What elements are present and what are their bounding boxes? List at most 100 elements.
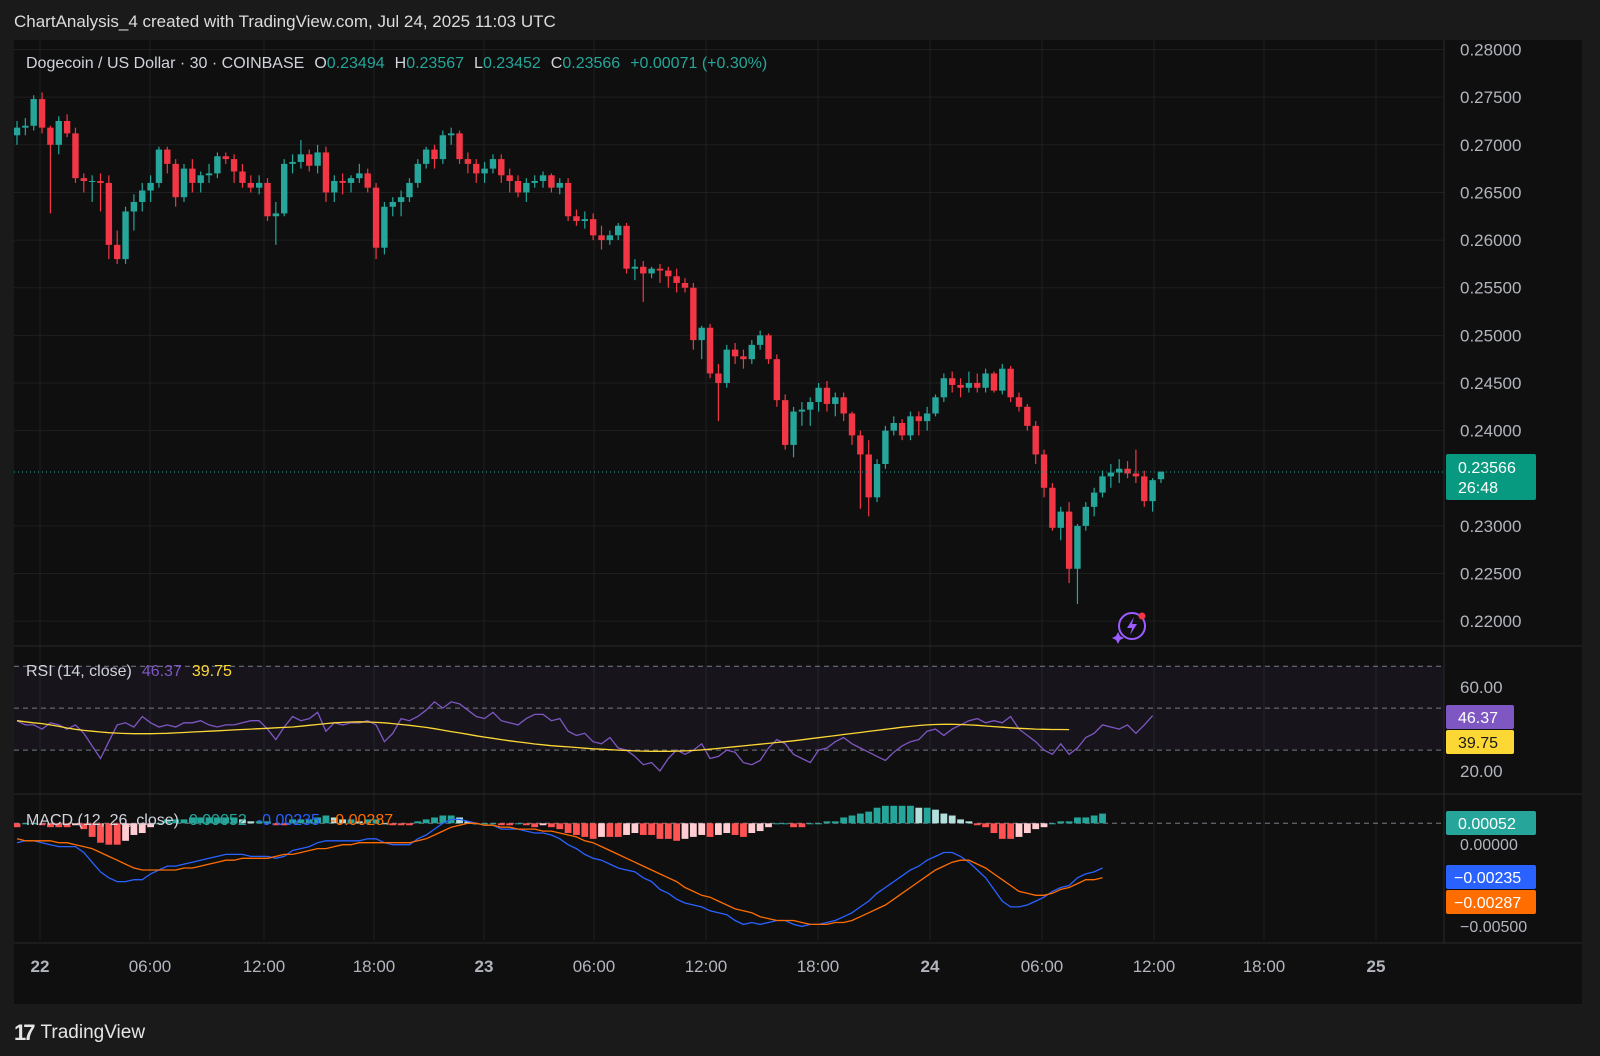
- candle-body: [623, 225, 630, 269]
- macd-hist-bar: [957, 819, 964, 824]
- macd-hist-bar: [631, 823, 639, 834]
- candle-body: [665, 270, 672, 277]
- rsi-badge-value: 46.37: [1458, 710, 1498, 727]
- macd-hist-bar: [890, 805, 898, 824]
- candle-body: [389, 201, 396, 207]
- macd-hist-bar: [598, 823, 605, 837]
- candle-body: [823, 387, 831, 404]
- candle-body: [531, 181, 538, 183]
- macd-hist-bar: [773, 823, 781, 825]
- macd-hist-bar: [798, 823, 806, 828]
- macd-hist-bar: [1090, 815, 1098, 824]
- x-tick-label: 25: [1367, 957, 1386, 976]
- macd-hist-bar: [180, 819, 188, 824]
- macd-hist-bar: [13, 823, 21, 828]
- rsi-ma-badge: 39.75: [1446, 730, 1514, 754]
- price-tick-label: 0.27500: [1460, 88, 1521, 107]
- x-tick-label: 22: [31, 957, 50, 976]
- chart-title: ChartAnalysis_4 created with TradingView…: [14, 12, 556, 31]
- candle-body: [281, 163, 288, 214]
- candle-body: [456, 133, 463, 160]
- candle-body: [222, 156, 229, 160]
- candle-body: [322, 152, 330, 193]
- candle-body: [999, 368, 1006, 391]
- candle-body: [272, 213, 280, 217]
- candle-body: [339, 181, 346, 183]
- candle-body: [1157, 471, 1165, 480]
- candle-body: [397, 197, 405, 202]
- candle-body: [1099, 476, 1106, 493]
- signal-badge-value: −0.00287: [1454, 895, 1521, 912]
- candle-body: [122, 211, 129, 260]
- chart-svg[interactable]: 22 06:00 12:00 18:00 23 06:00 12:00 18:00 24 06:0…: [13, 40, 1582, 1004]
- macd-hist-bar: [1007, 823, 1015, 839]
- x-tick-label: 06:00: [1021, 957, 1064, 976]
- tradingview-logo-icon[interactable]: 17: [14, 1020, 36, 1046]
- candle-body: [347, 178, 355, 183]
- x-tick-label: 18:00: [797, 957, 840, 976]
- chart-area[interactable]: 22 06:00 12:00 18:00 23 06:00 12:00 18:00 24 06:0…: [13, 40, 1582, 1004]
- candle-body: [581, 219, 588, 222]
- macd-hist-bar: [1032, 823, 1040, 830]
- candle-body: [88, 181, 96, 183]
- candle-body: [1040, 454, 1048, 488]
- candle-body: [573, 216, 580, 222]
- macd-legend-value: -0.00235: [257, 812, 320, 829]
- candle-body: [63, 120, 71, 134]
- candle-body: [331, 181, 338, 193]
- macd-hist-bar: [1057, 821, 1065, 824]
- macd-hist-bar: [397, 823, 405, 826]
- macd-hist-bar: [431, 817, 438, 824]
- macd-hist-bar: [514, 823, 522, 825]
- candle-body: [556, 182, 563, 188]
- macd-hist-bar: [898, 805, 906, 824]
- candle-body: [130, 201, 138, 212]
- candle-body: [1149, 480, 1156, 502]
- candle-body: [615, 225, 622, 236]
- candle-body: [990, 373, 998, 391]
- signal-badge: −0.00287: [1446, 890, 1536, 914]
- candle-body: [782, 400, 789, 445]
- candle-body: [464, 159, 472, 164]
- macd-hist-bar: [689, 823, 697, 837]
- macd-hist-bar: [932, 809, 939, 824]
- macd-hist-bar: [639, 823, 647, 835]
- candle-body: [489, 159, 497, 169]
- candle-body: [731, 349, 739, 357]
- macd-hist-bar: [973, 823, 981, 826]
- high-label: H: [395, 55, 407, 72]
- candle-body: [840, 397, 847, 414]
- macd-hist-bar: [940, 813, 948, 824]
- candle-body: [314, 152, 321, 166]
- candle-body: [982, 373, 989, 388]
- candle-body: [22, 125, 29, 128]
- candle-body: [356, 173, 363, 179]
- macd-legend: MACD (12, 26, close) 0.00052 -0.00235 -0.00…: [26, 812, 393, 829]
- footer-brand[interactable]: TradingView: [40, 1022, 145, 1044]
- candle-body: [807, 402, 814, 410]
- candle-body: [698, 327, 705, 341]
- candle-body: [1024, 406, 1031, 426]
- macd-hist-bar: [614, 823, 622, 837]
- macd-hist-bar: [1049, 823, 1056, 825]
- candle-body: [422, 149, 430, 164]
- candle-body: [890, 423, 897, 431]
- macd-hist-bar: [422, 819, 430, 824]
- macd-hist-bar: [489, 823, 497, 825]
- candle-body: [239, 171, 246, 183]
- footer: 17 TradingView: [14, 1018, 145, 1048]
- candle-body: [648, 268, 655, 274]
- rsi-legend-value: 46.37: [142, 663, 182, 680]
- candle-body: [598, 235, 605, 241]
- candle-body: [72, 133, 79, 179]
- candle-body: [197, 175, 204, 183]
- macd-hist-bar: [623, 823, 630, 835]
- macd-hist-bar: [790, 823, 797, 828]
- price-tick-label: 0.22500: [1460, 565, 1521, 584]
- macd-axis-bottom: −0.00500: [1460, 919, 1527, 936]
- close-value: 0.23566: [562, 55, 620, 72]
- macd-hist-bar: [581, 823, 589, 837]
- candle-body: [940, 378, 948, 398]
- candle-body: [139, 190, 146, 202]
- candle-body: [1090, 492, 1098, 507]
